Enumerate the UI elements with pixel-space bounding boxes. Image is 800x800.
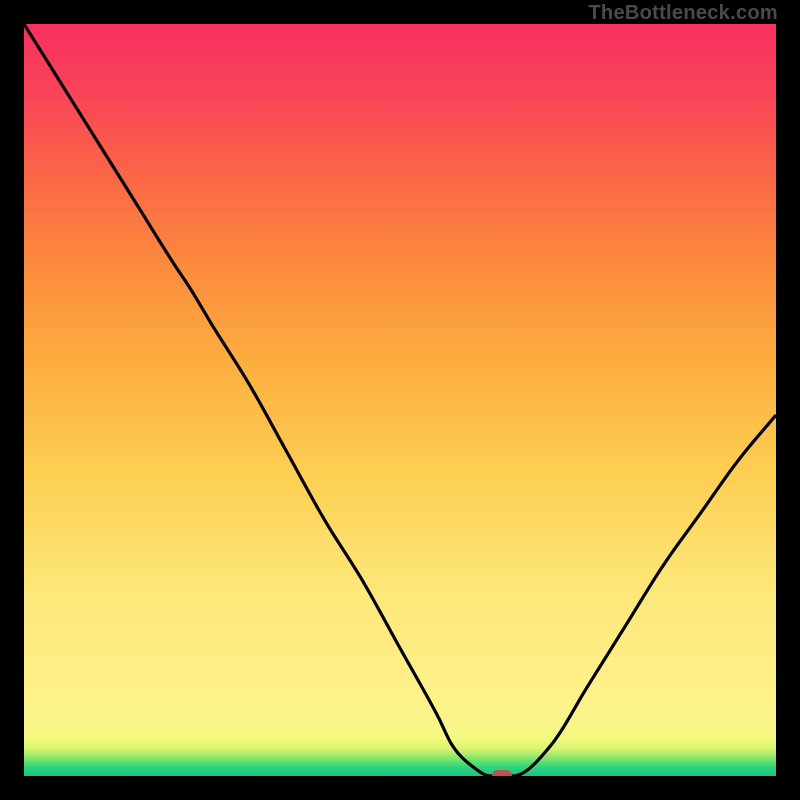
bottleneck-curve [24,24,776,776]
watermark-text: TheBottleneck.com [588,2,778,25]
curve-path [24,24,776,776]
chart-frame: TheBottleneck.com [0,0,800,800]
plot-area [24,24,776,776]
optimum-marker [492,770,512,776]
